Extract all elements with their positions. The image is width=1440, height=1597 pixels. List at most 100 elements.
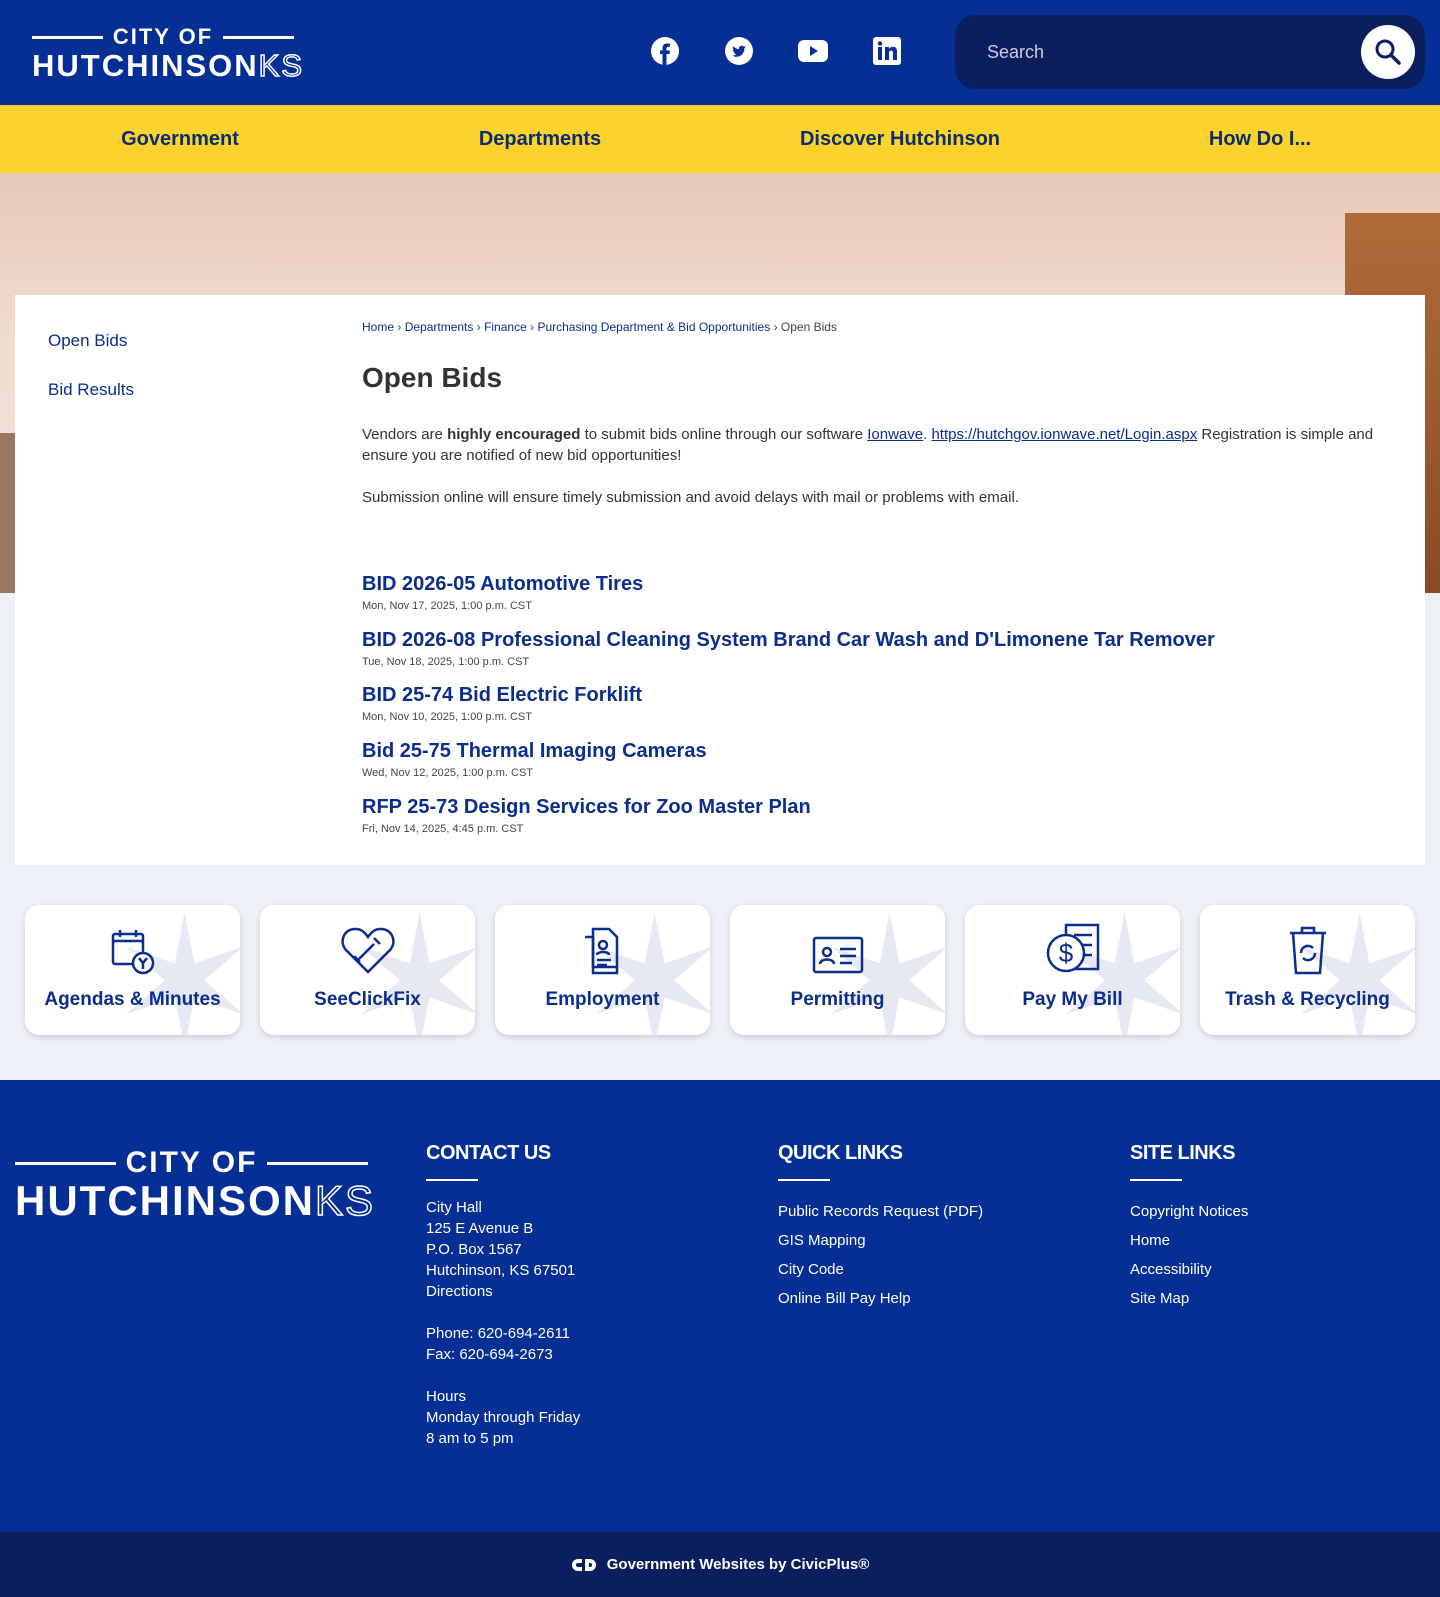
- quick-tiles: ✶ Agendas & Minutes ✶ SeeClickFix ✶ Empl…: [25, 905, 1415, 1035]
- footer-link[interactable]: Online Bill Pay Help: [778, 1284, 983, 1313]
- breadcrumb-current: Open Bids: [780, 320, 837, 334]
- breadcrumb-departments[interactable]: Departments: [405, 320, 474, 334]
- contact-line: City Hall: [426, 1199, 482, 1216]
- bid-link[interactable]: Bid 25-75 Thermal Imaging Cameras: [362, 740, 707, 763]
- breadcrumb: Home › Departments › Finance › Purchasin…: [362, 320, 837, 334]
- recycle-bin-icon: [1289, 926, 1326, 975]
- directions-link[interactable]: Directions: [426, 1281, 580, 1302]
- hours-days: Monday through Friday: [426, 1409, 581, 1426]
- tile-seeclickfix[interactable]: ✶ SeeClickFix: [260, 905, 475, 1035]
- quick-links: QUICK LINKS Public Records Request (PDF)…: [778, 1142, 983, 1313]
- resume-icon: [584, 927, 618, 975]
- contact-line: P.O. Box 1567: [426, 1241, 522, 1258]
- tile-employment[interactable]: ✶ Employment: [495, 905, 710, 1035]
- id-card-icon: [812, 936, 863, 974]
- logo-state: KS: [314, 1177, 376, 1224]
- bid-link[interactable]: RFP 25-73 Design Services for Zoo Master…: [362, 796, 811, 819]
- tile-label: Employment: [545, 989, 660, 1010]
- civicplus-credit[interactable]: Government Websites by CivicPlus®: [0, 1532, 1440, 1597]
- city-logo[interactable]: CITY OF HUTCHINSONKS: [32, 24, 303, 83]
- ionwave-login-link[interactable]: https://hutchgov.ionwave.net/Login.aspx: [931, 426, 1197, 443]
- tile-label: Trash & Recycling: [1225, 989, 1390, 1010]
- bid-item: BID 2026-05 Automotive Tires Mon, Nov 17,…: [362, 573, 643, 612]
- site-header: CITY OF HUTCHINSONKS: [0, 0, 1440, 105]
- footer-link[interactable]: Copyright Notices: [1130, 1197, 1248, 1226]
- tile-label: Agendas & Minutes: [44, 989, 221, 1010]
- bid-date: Mon, Nov 10, 2025, 1:00 p.m. CST: [362, 711, 532, 723]
- bid-date: Fri, Nov 14, 2025, 4:45 p.m. CST: [362, 823, 524, 835]
- footer-link[interactable]: GIS Mapping: [778, 1226, 983, 1255]
- bill-dollar-icon: $: [1046, 923, 1099, 973]
- intro-paragraph: Vendors are highly encouraged to submit …: [362, 424, 1382, 466]
- bid-link[interactable]: BID 2026-05 Automotive Tires: [362, 573, 643, 596]
- tile-trash-recycling[interactable]: ✶ Trash & Recycling: [1200, 905, 1415, 1035]
- linkedin-icon[interactable]: [872, 36, 902, 66]
- footer-link[interactable]: Home: [1130, 1226, 1248, 1255]
- intro-text: to submit bids online through our softwa…: [580, 426, 868, 443]
- facebook-icon[interactable]: [650, 36, 680, 66]
- bid-link[interactable]: BID 2026-08 Professional Cleaning System…: [362, 629, 1215, 652]
- logo-main: HUTCHINSON: [15, 1177, 315, 1224]
- search-icon: [1375, 39, 1401, 65]
- contact-us: CONTACT US City Hall 125 E Avenue B P.O.…: [426, 1142, 580, 1449]
- heart-wrench-icon: [340, 927, 395, 974]
- quick-links-heading: QUICK LINKS: [778, 1142, 903, 1164]
- footer-link[interactable]: Accessibility: [1130, 1255, 1248, 1284]
- breadcrumb-finance[interactable]: Finance: [484, 320, 527, 334]
- twitter-icon[interactable]: [724, 36, 754, 66]
- tile-agendas-minutes[interactable]: ✶ Agendas & Minutes: [25, 905, 240, 1035]
- sidebar-item-bid-results[interactable]: Bid Results: [48, 380, 134, 400]
- footer-link[interactable]: Public Records Request (PDF): [778, 1197, 983, 1226]
- tile-permitting[interactable]: ✶ Permitting: [730, 905, 945, 1035]
- site-links: SITE LINKS Copyright Notices Home Access…: [1130, 1142, 1248, 1313]
- content-area: Open Bids Bid Results Home › Departments…: [15, 295, 1425, 865]
- search-input[interactable]: [987, 37, 1327, 67]
- phone[interactable]: Phone: 620-694-2611: [426, 1323, 580, 1344]
- calendar-icon: [111, 930, 154, 975]
- tile-label: Pay My Bill: [1022, 989, 1123, 1010]
- contact-line: Hutchinson, KS 67501: [426, 1262, 576, 1279]
- logo-top: CITY OF: [125, 1146, 258, 1179]
- bid-link[interactable]: BID 25-74 Bid Electric Forklift: [362, 684, 642, 707]
- bid-date: Tue, Nov 18, 2025, 1:00 p.m. CST: [362, 656, 530, 668]
- bid-date: Wed, Nov 12, 2025, 1:00 p.m. CST: [362, 767, 533, 779]
- nav-how-do-i[interactable]: How Do I...: [1080, 105, 1440, 173]
- tile-label: SeeClickFix: [314, 989, 421, 1010]
- footer-logo[interactable]: CITY OF HUTCHINSONKS: [15, 1146, 374, 1224]
- youtube-icon[interactable]: [798, 36, 828, 66]
- site-footer: CITY OF HUTCHINSONKS CONTACT US City Hal…: [0, 1080, 1440, 1532]
- tile-label: Permitting: [790, 989, 885, 1010]
- sidebar-item-open-bids[interactable]: Open Bids: [48, 331, 127, 351]
- tile-pay-my-bill[interactable]: ✶ $ Pay My Bill: [965, 905, 1180, 1035]
- search-button[interactable]: [1361, 25, 1415, 79]
- breadcrumb-home[interactable]: Home: [362, 320, 394, 334]
- intro-bold: highly encouraged: [447, 426, 581, 443]
- bid-item: BID 2026-08 Professional Cleaning System…: [362, 629, 1215, 668]
- hours-label: Hours: [426, 1388, 467, 1405]
- logo-top: CITY OF: [112, 24, 214, 49]
- contact-heading: CONTACT US: [426, 1142, 551, 1164]
- footer-link[interactable]: Site Map: [1130, 1284, 1248, 1313]
- nav-departments[interactable]: Departments: [360, 105, 720, 173]
- svg-text:$: $: [1058, 938, 1073, 968]
- ionwave-link[interactable]: Ionwave: [867, 426, 923, 443]
- credit-text: Government Websites by CivicPlus®: [606, 1556, 870, 1573]
- page-title: Open Bids: [362, 362, 503, 393]
- submission-note: Submission online will ensure timely sub…: [362, 489, 1019, 506]
- nav-discover-hutchinson[interactable]: Discover Hutchinson: [720, 105, 1080, 173]
- logo-main: HUTCHINSON: [32, 48, 259, 83]
- hours-time: 8 am to 5 pm: [426, 1430, 514, 1447]
- logo-state: KS: [258, 48, 305, 83]
- intro-text: Vendors are: [362, 426, 448, 443]
- site-links-heading: SITE LINKS: [1130, 1142, 1236, 1164]
- nav-government[interactable]: Government: [0, 105, 360, 173]
- footer-link[interactable]: City Code: [778, 1255, 983, 1284]
- fax: Fax: 620-694-2673: [426, 1346, 553, 1363]
- contact-line: 125 E Avenue B: [426, 1220, 534, 1237]
- civicplus-logo-icon: [571, 1558, 596, 1571]
- main-nav: Government Departments Discover Hutchins…: [0, 105, 1440, 173]
- bid-date: Mon, Nov 17, 2025, 1:00 p.m. CST: [362, 600, 532, 612]
- bid-item: RFP 25-73 Design Services for Zoo Master…: [362, 796, 811, 835]
- breadcrumb-purchasing[interactable]: Purchasing Department & Bid Opportunitie…: [537, 320, 770, 334]
- search-bar: [955, 15, 1425, 89]
